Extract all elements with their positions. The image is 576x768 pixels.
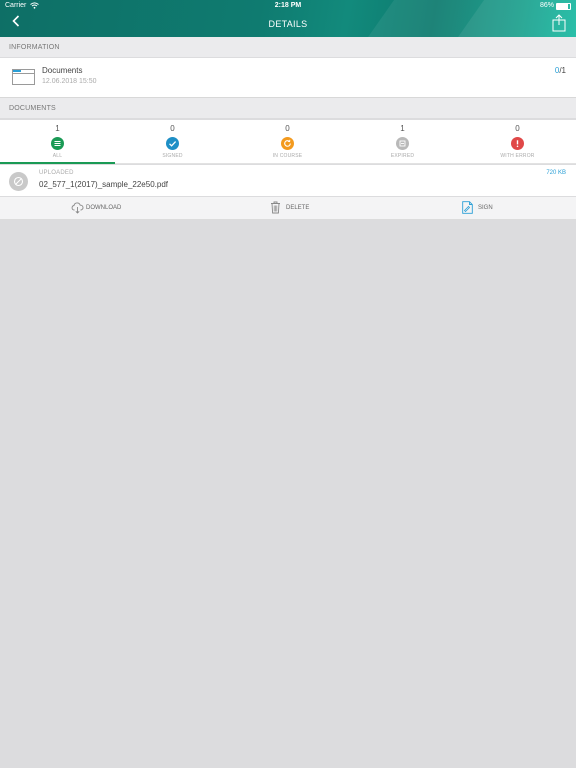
document-status: UPLOADED	[39, 170, 74, 176]
tab-label: SIGNED	[162, 153, 183, 159]
trash-icon	[271, 201, 280, 214]
information-section-header: INFORMATION	[0, 37, 576, 57]
folder-date: 12.06.2018 15:50	[42, 78, 97, 85]
sign-button[interactable]: SIGN	[462, 197, 502, 219]
document-actions: DOWNLOAD DELETE SIGN	[0, 197, 576, 220]
tab-label: IN COURSE	[272, 153, 303, 159]
sign-progress: 0/1	[555, 66, 566, 75]
download-button[interactable]: DOWNLOAD	[71, 197, 131, 219]
tab-count: 0	[285, 124, 290, 133]
folder-row[interactable]: Documents 12.06.2018 15:50 0/1	[0, 58, 576, 98]
check-icon	[166, 137, 179, 150]
tab-label: ALL	[52, 153, 63, 159]
expired-icon	[396, 137, 409, 150]
battery-icon	[556, 3, 571, 10]
tab-label: EXPIRED	[390, 153, 415, 159]
tab-expired[interactable]: 1 EXPIRED	[345, 120, 460, 163]
cloud-download-icon	[71, 202, 84, 214]
document-name: 02_577_1(2017)_sample_22e50.pdf	[39, 180, 168, 189]
battery-percent: 86%	[539, 2, 554, 9]
error-icon	[511, 137, 524, 150]
document-size: 720 KB	[546, 170, 566, 176]
section-title: DOCUMENTS	[9, 105, 56, 112]
tab-count: 0	[515, 124, 520, 133]
tab-signed[interactable]: 0 SIGNED	[115, 120, 230, 163]
tab-count: 1	[55, 124, 60, 133]
tab-in-course[interactable]: 0 IN COURSE	[230, 120, 345, 163]
refresh-icon	[281, 137, 294, 150]
header-bar: Carrier 2:18 PM 86% DETAILS	[0, 0, 576, 37]
filter-tabs: 1 ALL 0 SIGNED 0 IN COURSE 1 EXPIRED 0 W…	[0, 120, 576, 164]
list-icon	[51, 137, 64, 150]
sign-label: SIGN	[478, 205, 493, 211]
page-title: DETAILS	[268, 19, 308, 29]
delete-label: DELETE	[286, 205, 310, 211]
sign-document-icon	[462, 201, 473, 214]
download-label: DOWNLOAD	[86, 205, 122, 211]
folder-icon	[12, 69, 35, 85]
total-count: 1	[561, 66, 566, 75]
document-row[interactable]: UPLOADED 02_577_1(2017)_sample_22e50.pdf…	[0, 165, 576, 196]
no-signature-icon	[9, 172, 28, 191]
section-title: INFORMATION	[9, 44, 60, 51]
tab-all[interactable]: 1 ALL	[0, 120, 115, 164]
folder-name: Documents	[42, 66, 83, 75]
tab-count: 0	[170, 124, 175, 133]
share-icon[interactable]	[552, 14, 566, 32]
clock: 2:18 PM	[274, 2, 302, 9]
status-bar: Carrier 2:18 PM 86%	[0, 0, 576, 12]
tab-with-error[interactable]: 0 WITH ERROR	[460, 120, 575, 163]
delete-button[interactable]: DELETE	[270, 197, 315, 219]
tab-label: WITH ERROR	[500, 153, 535, 159]
documents-section-header: DOCUMENTS	[0, 98, 576, 118]
tab-count: 1	[400, 124, 405, 133]
